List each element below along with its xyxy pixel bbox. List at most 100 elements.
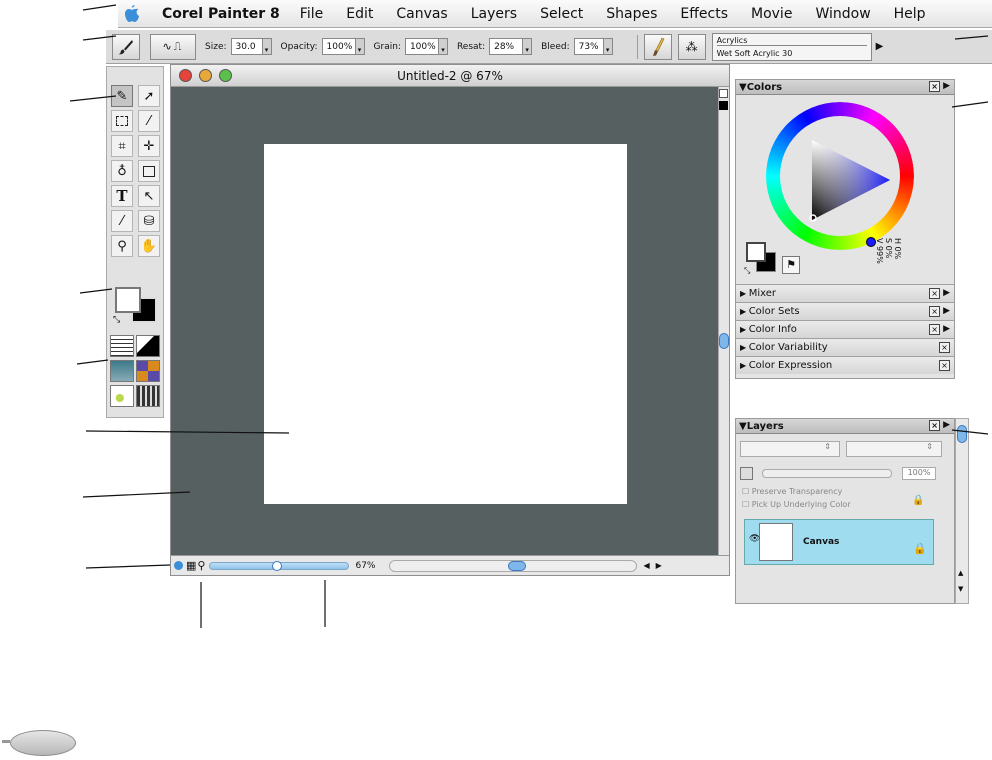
menu-movie[interactable]: Movie — [751, 6, 792, 22]
drawing-mode-icon[interactable] — [719, 89, 728, 98]
dropper-tool[interactable]: ⁄ — [111, 210, 133, 232]
size-field[interactable]: 30.0 — [230, 38, 263, 55]
palette-main-color-chip[interactable] — [746, 242, 766, 262]
text-tool[interactable]: T — [111, 185, 133, 207]
menu-edit[interactable]: Edit — [346, 6, 373, 22]
scroll-up-icon[interactable]: ▲ — [958, 569, 963, 577]
palette-swap-icon[interactable]: ⤡ — [744, 266, 750, 276]
bleed-field[interactable]: 73% — [573, 38, 604, 55]
opacity-slider-icon[interactable]: ▾ — [355, 38, 365, 55]
rectangular-selection-tool[interactable] — [111, 110, 133, 132]
menu-help[interactable]: Help — [894, 6, 926, 22]
grain-slider-icon[interactable]: ▾ — [438, 38, 448, 55]
apple-menu-icon[interactable] — [118, 0, 146, 28]
grain-field[interactable]: 100% — [404, 38, 439, 55]
brush-variant-icon[interactable]: ⁂ — [677, 33, 706, 60]
layer-opacity-field[interactable]: 100% — [902, 467, 936, 480]
size-slider-icon[interactable]: ▾ — [262, 38, 272, 55]
transform-tool[interactable]: ✛ — [138, 135, 160, 157]
scroll-right-icon[interactable]: ▶ — [656, 561, 662, 570]
grabber-tool[interactable]: ✋ — [138, 235, 160, 257]
preserve-transparency-checkbox[interactable]: ☐ Preserve Transparency — [742, 487, 842, 496]
close-icon[interactable]: × — [929, 306, 941, 317]
layers-scroll-thumb[interactable] — [957, 425, 967, 443]
composite-depth-select[interactable]: ⇕ — [846, 441, 942, 457]
menu-effects[interactable]: Effects — [680, 6, 728, 22]
close-icon[interactable]: × — [929, 81, 941, 92]
pattern-selector[interactable] — [110, 360, 134, 382]
color-variability-palette-row[interactable]: ▶ Color Variability × — [736, 338, 954, 356]
close-icon[interactable]: × — [939, 342, 950, 353]
color-mode-icon[interactable] — [719, 101, 728, 110]
nozzle-selector[interactable] — [110, 385, 134, 407]
menu-file[interactable]: File — [300, 6, 323, 22]
look-selector[interactable] — [136, 385, 160, 407]
color-info-palette-row[interactable]: ▶ Color Info × ▶ — [736, 320, 954, 338]
resat-field[interactable]: 28% — [489, 38, 524, 55]
weaving-selector[interactable] — [136, 360, 160, 382]
layers-palette-header[interactable]: ▼ Layers × ▶ — [736, 419, 954, 434]
document-title-bar[interactable]: Untitled-2 @ 67% — [171, 65, 729, 87]
magic-wand-tool[interactable]: ⁄ — [138, 110, 160, 132]
palette-menu-icon[interactable]: ▶ — [943, 420, 950, 431]
close-icon[interactable]: × — [929, 420, 941, 431]
canvas[interactable] — [264, 144, 627, 504]
scroll-down-icon[interactable]: ▼ — [958, 585, 963, 593]
grid-toggle-icon[interactable]: ▦ — [186, 559, 196, 572]
gradient-selector[interactable] — [136, 335, 160, 357]
pick-up-underlying-color-checkbox[interactable]: ☐ Pick Up Underlying Color — [742, 500, 851, 509]
layers-scrollbar[interactable]: ▲ ▼ — [955, 418, 969, 604]
vertical-scroll-thumb[interactable] — [719, 333, 729, 349]
menu-shapes[interactable]: Shapes — [606, 6, 657, 22]
palette-menu-icon[interactable]: ▶ — [943, 324, 950, 335]
tracing-paper-icon[interactable] — [174, 561, 183, 570]
brush-selector-menu-icon[interactable]: ▶ — [876, 41, 884, 52]
opacity-field[interactable]: 100% — [321, 38, 356, 55]
brush-category-icon[interactable] — [643, 33, 672, 60]
brush-tool[interactable]: ✎ — [111, 85, 133, 107]
bleed-slider-icon[interactable]: ▾ — [603, 38, 613, 55]
brush-selector[interactable]: Acrylics Wet Soft Acrylic 30 — [711, 32, 872, 61]
horizontal-scroll-thumb[interactable] — [508, 560, 527, 571]
clone-color-icon[interactable]: ⚑ — [782, 256, 800, 274]
rectangle-shape-tool[interactable] — [138, 160, 160, 182]
resat-slider-icon[interactable]: ▾ — [523, 38, 533, 55]
layer-opacity-slider[interactable] — [762, 469, 892, 478]
crop-tool[interactable]: ⌗ — [111, 135, 133, 157]
layer-adjuster-tool[interactable]: ➚ — [138, 85, 160, 107]
brush-tool-icon[interactable] — [112, 33, 140, 60]
palette-menu-icon[interactable]: ▶ — [943, 306, 950, 317]
magnifier-tool[interactable]: ⚲ — [111, 235, 133, 257]
composite-method-select[interactable]: ⇕ — [740, 441, 840, 457]
stroke-type-icon[interactable]: ∿⎍ — [150, 33, 196, 60]
color-expression-palette-row[interactable]: ▶ Color Expression × — [736, 356, 954, 374]
app-menu[interactable]: Corel Painter 8 — [162, 6, 280, 22]
layer-row-canvas[interactable]: 👁 Canvas 🔒 — [744, 519, 934, 565]
swap-colors-icon[interactable]: ⤡ — [113, 315, 120, 325]
menu-select[interactable]: Select — [540, 6, 583, 22]
close-icon[interactable]: × — [929, 288, 941, 299]
mixer-palette-row[interactable]: ▶ Mixer × ▶ — [736, 284, 954, 302]
close-icon[interactable]: × — [929, 324, 941, 335]
shape-selection-tool[interactable]: ↖ — [138, 185, 160, 207]
layer-lock-icon[interactable]: 🔒 — [913, 542, 927, 555]
palette-menu-icon[interactable]: ▶ — [943, 81, 950, 92]
zoom-magnifier-icon[interactable]: ⚲ — [197, 559, 205, 572]
main-color-chip[interactable] — [115, 287, 141, 313]
layer-attributes-icon[interactable] — [740, 467, 753, 480]
menu-layers[interactable]: Layers — [471, 6, 517, 22]
horizontal-scrollbar[interactable] — [389, 559, 638, 572]
zoom-slider[interactable] — [209, 560, 350, 571]
menu-canvas[interactable]: Canvas — [396, 6, 447, 22]
zoom-slider-knob[interactable] — [272, 560, 283, 571]
paint-bucket-tool[interactable]: ⛁ — [138, 210, 160, 232]
vertical-scrollbar[interactable] — [718, 87, 729, 557]
color-sets-palette-row[interactable]: ▶ Color Sets × ▶ — [736, 302, 954, 320]
pen-tool[interactable]: ♁ — [111, 160, 133, 182]
menu-window[interactable]: Window — [815, 6, 870, 22]
palette-menu-icon[interactable]: ▶ — [943, 288, 950, 299]
colors-palette-header[interactable]: ▼ Colors × ▶ — [736, 80, 954, 95]
visibility-eye-icon[interactable]: 👁 — [749, 534, 760, 544]
scroll-left-icon[interactable]: ◀ — [643, 561, 649, 570]
lock-layer-icon[interactable]: 🔒 — [912, 495, 924, 506]
